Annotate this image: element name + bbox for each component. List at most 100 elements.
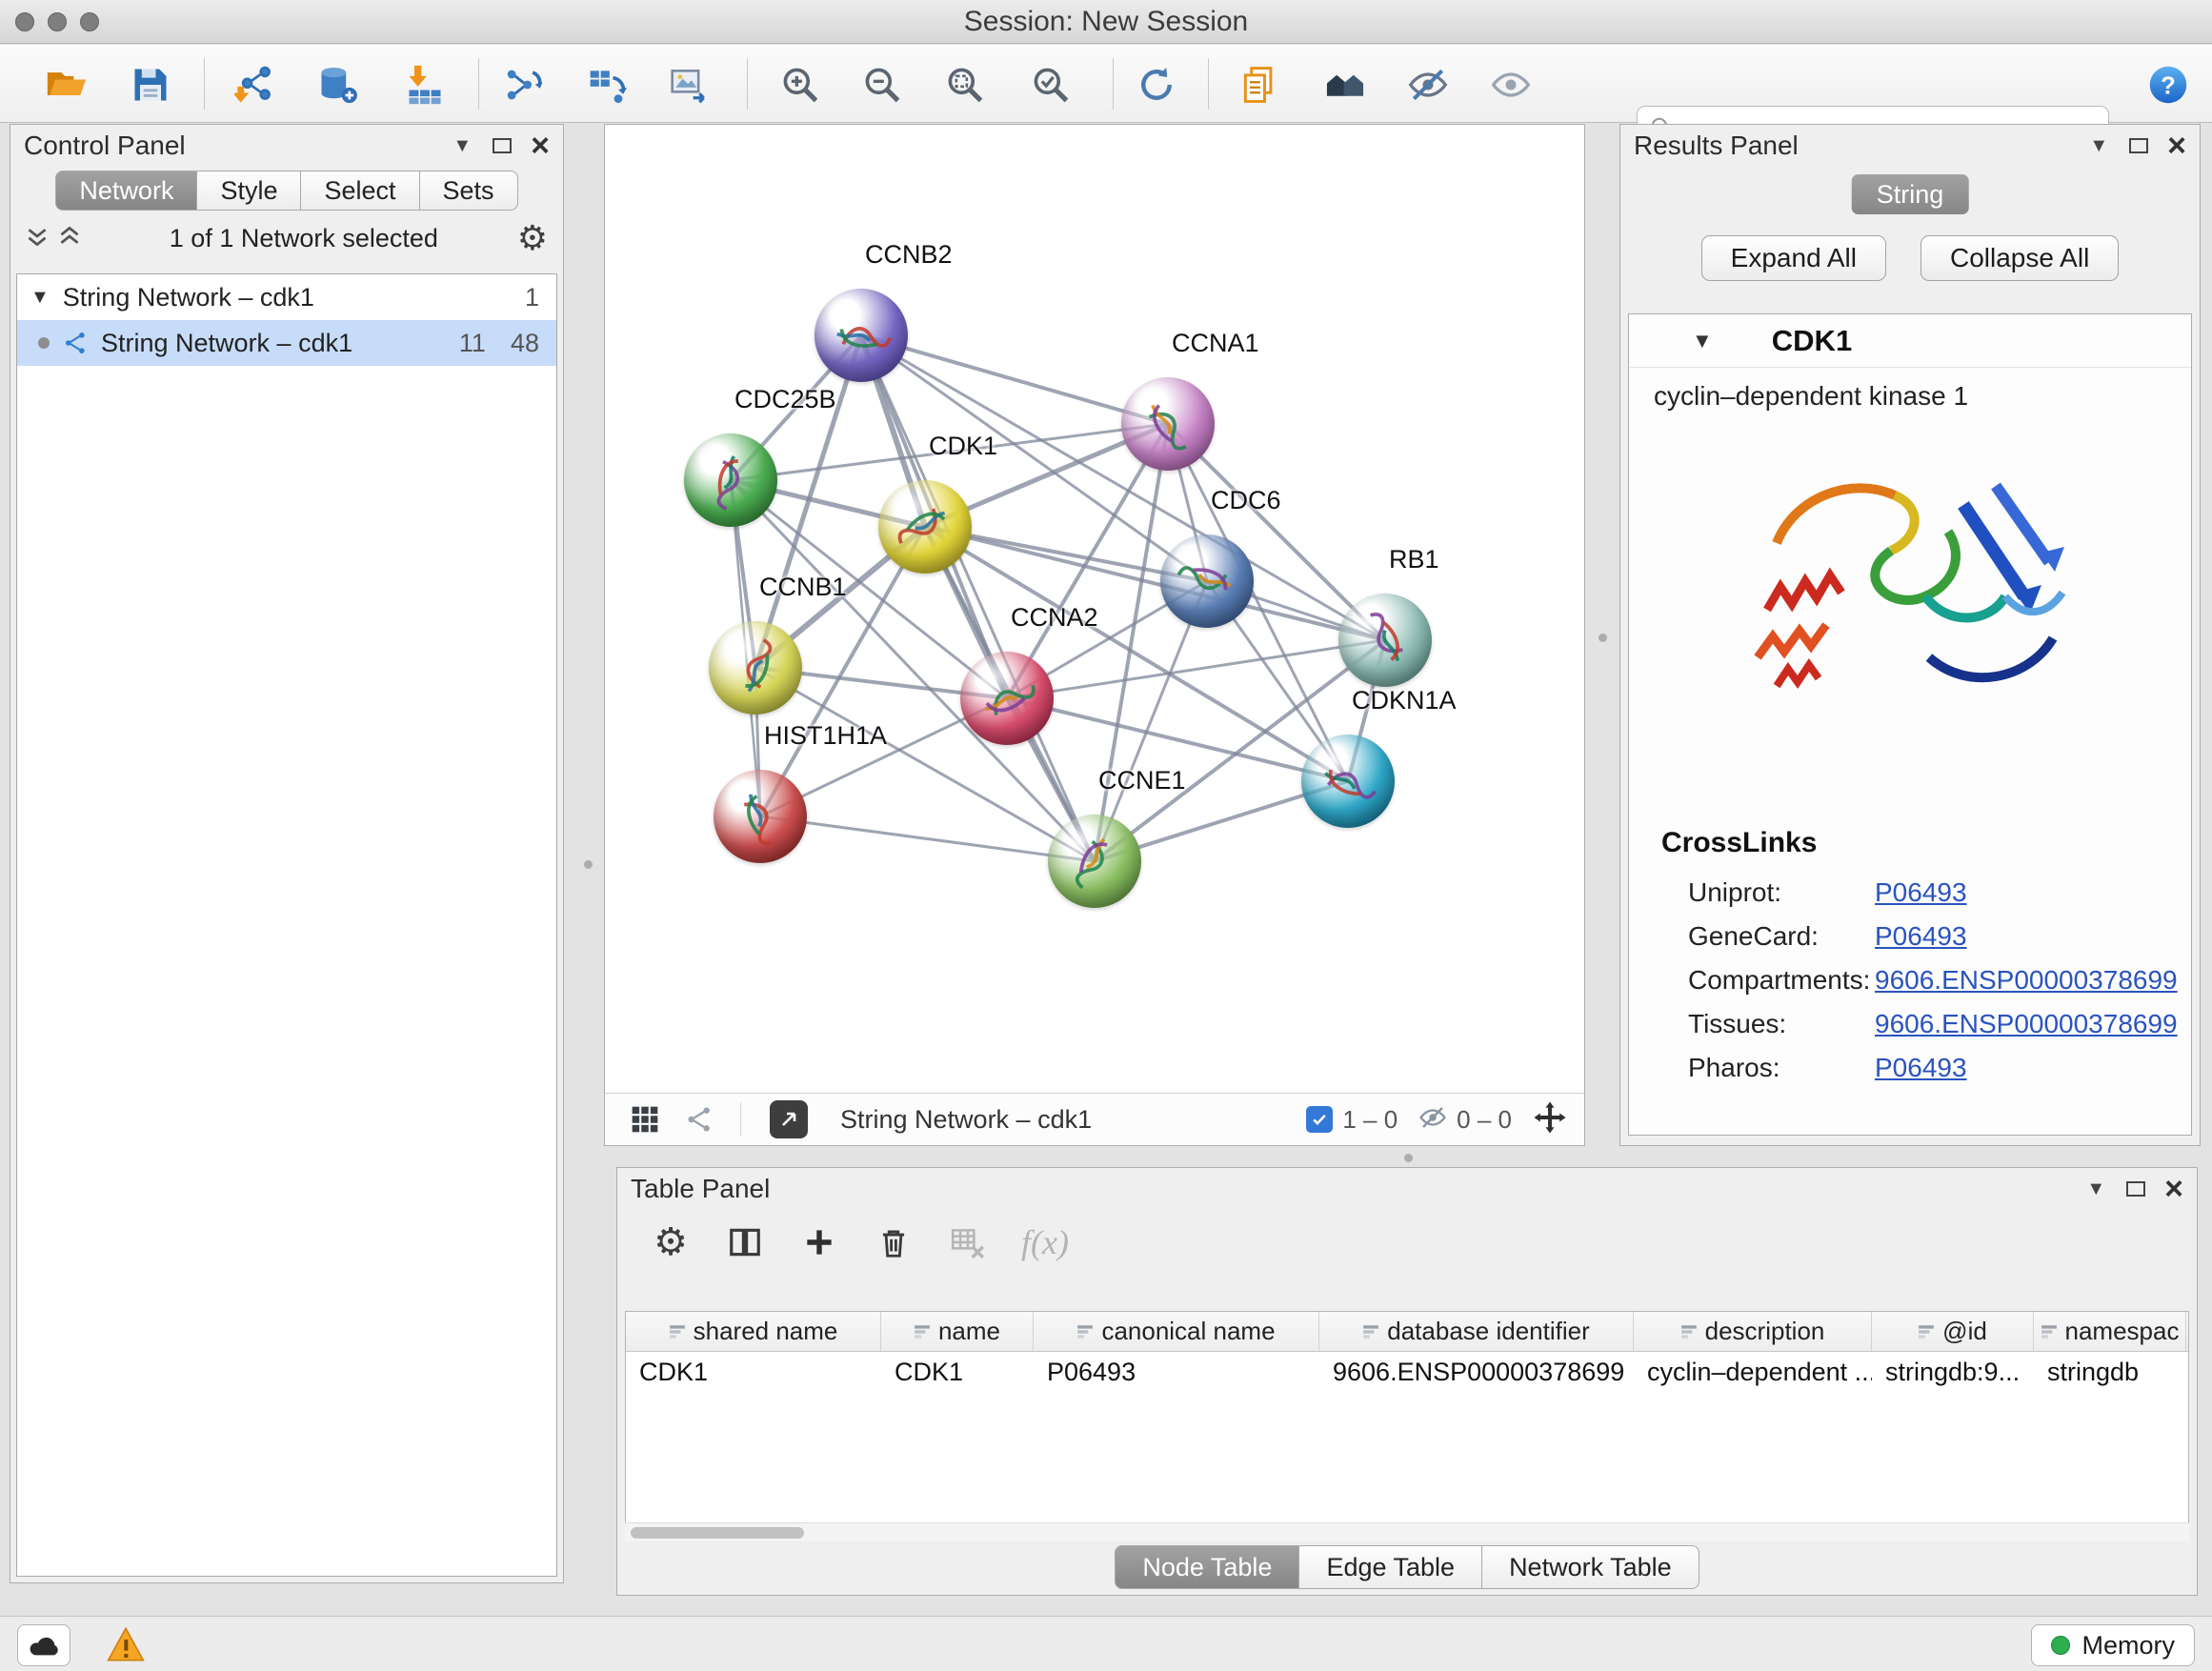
cloud-services-button[interactable]: [17, 1624, 70, 1666]
zoom-window-button[interactable]: [80, 12, 99, 31]
collapse-all-networks-icon[interactable]: [26, 225, 49, 252]
tab-network-table[interactable]: Network Table: [1482, 1545, 1699, 1589]
delete-column-trash-icon[interactable]: [873, 1221, 915, 1263]
collection-disclosure-icon[interactable]: ▼: [30, 287, 50, 309]
table-cell[interactable]: 9606.ENSP00000378699: [1319, 1352, 1634, 1392]
tab-edge-table[interactable]: Edge Table: [1299, 1545, 1482, 1589]
help-button[interactable]: ?: [2142, 58, 2195, 111]
window-controls[interactable]: [15, 12, 99, 31]
pan-mode-icon[interactable]: [1533, 1100, 1567, 1139]
selected-checkbox-icon[interactable]: [1306, 1106, 1333, 1133]
column-header-canonical-name[interactable]: canonical name: [1034, 1312, 1319, 1351]
string-home-button[interactable]: [1318, 58, 1372, 111]
column-header-namespac[interactable]: namespac: [2034, 1312, 2186, 1351]
expand-all-button[interactable]: Expand All: [1701, 235, 1886, 281]
open-session-button[interactable]: [40, 58, 93, 111]
network-node-ccnb2[interactable]: [814, 289, 908, 382]
scrollbar-thumb[interactable]: [631, 1527, 804, 1539]
vertical-splitter-handle[interactable]: [584, 860, 593, 869]
network-node-rb1[interactable]: [1338, 594, 1432, 687]
crosslink-link[interactable]: 9606.ENSP00000378699: [1875, 965, 2178, 996]
show-all-button[interactable]: [1484, 58, 1538, 111]
show-columns-icon[interactable]: [724, 1221, 766, 1263]
gene-entry-header[interactable]: ▼ CDK1: [1629, 314, 2191, 368]
network-node-hist1h1a[interactable]: [714, 770, 807, 863]
grid-view-icon[interactable]: [630, 1104, 660, 1135]
minimize-window-button[interactable]: [48, 12, 67, 31]
tab-network[interactable]: Network: [55, 171, 197, 211]
import-network-file-button[interactable]: [229, 58, 282, 111]
table-cell[interactable]: cyclin–dependent ...: [1634, 1352, 1872, 1392]
warning-icon[interactable]: [107, 1626, 145, 1667]
table-cell[interactable]: CDK1: [626, 1352, 881, 1392]
clone-network-button[interactable]: [497, 58, 551, 111]
network-overview-icon[interactable]: [685, 1104, 715, 1135]
network-canvas[interactable]: CCNB2CCNA1CDC25BCDK1CDC6RB1CCNB1CCNA2CDK…: [605, 125, 1584, 1094]
close-window-button[interactable]: [15, 12, 34, 31]
column-header--id[interactable]: @id: [1872, 1312, 2034, 1351]
refresh-network-button[interactable]: [1130, 58, 1183, 111]
network-edge[interactable]: [861, 335, 1095, 861]
column-header-shared-name[interactable]: shared name: [626, 1312, 881, 1351]
import-table-button[interactable]: [398, 58, 452, 111]
save-session-button[interactable]: [124, 58, 177, 111]
horizontal-splitter-handle[interactable]: [1404, 1154, 1413, 1162]
tab-style[interactable]: Style: [197, 171, 301, 211]
column-header-description[interactable]: description: [1634, 1312, 1872, 1351]
float-panel-icon[interactable]: [2129, 138, 2148, 153]
network-row[interactable]: String Network – cdk1 11 48: [17, 320, 556, 366]
network-collection-row[interactable]: ▼ String Network – cdk1 1: [17, 274, 556, 320]
crosslink-link[interactable]: P06493: [1875, 1053, 1967, 1083]
zoom-fit-button[interactable]: [938, 58, 992, 111]
panel-menu-icon[interactable]: ▼: [2089, 135, 2108, 157]
tab-string[interactable]: String: [1852, 174, 1969, 214]
vertical-splitter-handle[interactable]: [1599, 634, 1607, 642]
export-image-button[interactable]: [663, 58, 716, 111]
crosslink-link[interactable]: P06493: [1875, 921, 1967, 952]
table-cell[interactable]: P06493: [1034, 1352, 1319, 1392]
table-cell[interactable]: stringdb: [2034, 1352, 2186, 1392]
import-network-database-button[interactable]: [311, 58, 364, 111]
table-row[interactable]: CDK1CDK1P064939606.ENSP00000378699cyclin…: [626, 1352, 2188, 1392]
crosslink-link[interactable]: P06493: [1875, 877, 1967, 908]
tab-node-table[interactable]: Node Table: [1115, 1545, 1299, 1589]
panel-menu-icon[interactable]: ▼: [452, 135, 472, 157]
zoom-selected-button[interactable]: [1024, 58, 1077, 111]
new-network-from-table-button[interactable]: [581, 58, 634, 111]
duplicate-document-button[interactable]: [1233, 58, 1286, 111]
zoom-in-button[interactable]: [774, 58, 827, 111]
tab-sets[interactable]: Sets: [420, 171, 518, 211]
network-node-ccna1[interactable]: [1121, 377, 1215, 471]
table-cell[interactable]: stringdb:9...: [1872, 1352, 2034, 1392]
collapse-all-button[interactable]: Collapse All: [1920, 235, 2119, 281]
table-settings-gear-icon[interactable]: ⚙: [650, 1221, 692, 1263]
column-header-name[interactable]: name: [881, 1312, 1034, 1351]
network-node-cdc25b[interactable]: [684, 433, 777, 527]
network-edge[interactable]: [861, 335, 1168, 424]
crosslink-link[interactable]: 9606.ENSP00000378699: [1875, 1009, 2178, 1039]
network-edge[interactable]: [760, 816, 1095, 861]
close-panel-icon[interactable]: ×: [2167, 136, 2186, 155]
zoom-out-button[interactable]: [855, 58, 909, 111]
network-options-gear-icon[interactable]: ⚙: [517, 221, 548, 255]
add-column-icon[interactable]: [798, 1221, 840, 1263]
float-panel-icon[interactable]: [2126, 1181, 2145, 1197]
horizontal-scrollbar[interactable]: [625, 1522, 2189, 1541]
memory-button[interactable]: Memory: [2031, 1624, 2195, 1666]
network-node-cdk1[interactable]: [878, 480, 972, 574]
close-panel-icon[interactable]: ×: [531, 136, 550, 155]
network-node-cdkn1a[interactable]: [1301, 735, 1395, 828]
tab-select[interactable]: Select: [301, 171, 419, 211]
close-panel-icon[interactable]: ×: [2164, 1179, 2183, 1198]
float-panel-icon[interactable]: [493, 138, 512, 153]
table-cell[interactable]: CDK1: [881, 1352, 1034, 1392]
network-node-cdc6[interactable]: [1160, 534, 1254, 628]
network-node-ccnb1[interactable]: [709, 621, 802, 715]
expand-all-networks-icon[interactable]: [58, 225, 81, 252]
network-node-ccna2[interactable]: [960, 652, 1054, 745]
entry-disclosure-icon[interactable]: ▼: [1692, 329, 1713, 353]
network-node-ccne1[interactable]: [1048, 815, 1141, 908]
detach-view-button[interactable]: [770, 1100, 808, 1138]
column-header-database-identifier[interactable]: database identifier: [1319, 1312, 1634, 1351]
panel-menu-icon[interactable]: ▼: [2086, 1178, 2105, 1200]
